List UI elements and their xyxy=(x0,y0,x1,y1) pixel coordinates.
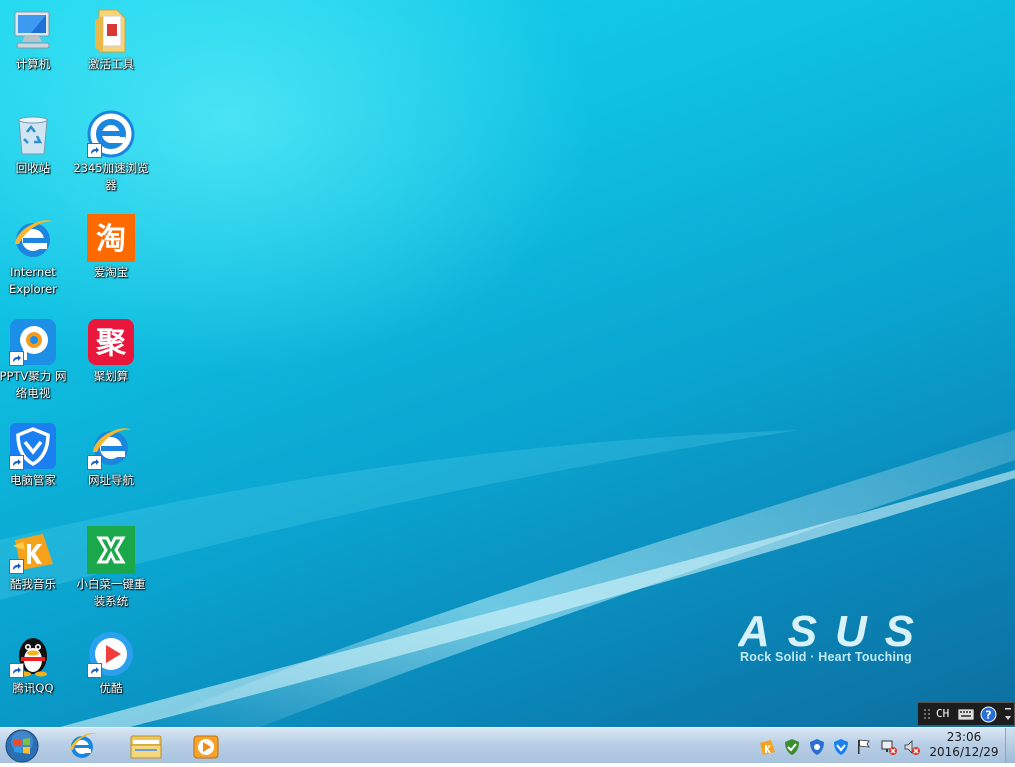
desktop-icon-label: 爱淘宝 xyxy=(93,265,129,279)
desktop-icon-label: Internet Explorer xyxy=(9,265,57,296)
media-player-icon xyxy=(193,735,219,759)
language-bar[interactable]: CH ? xyxy=(917,702,1015,726)
desktop-icon-pptv[interactable]: PPTV聚力 网络电视 xyxy=(0,314,72,402)
recycle-bin-icon xyxy=(9,110,57,158)
shield-icon[interactable] xyxy=(808,738,826,756)
shortcut-arrow-icon xyxy=(87,143,102,158)
desktop-icon-recycle-bin[interactable]: 回收站 xyxy=(0,106,72,177)
keyboard-icon[interactable] xyxy=(958,709,974,720)
desktop-icon-xiaobaicai-reinstall[interactable]: 小白菜一键重装系统 xyxy=(72,522,150,610)
desktop-icon-label: 优酷 xyxy=(99,681,123,695)
taobao-icon: 淘 xyxy=(87,214,135,262)
pc-manager-icon xyxy=(9,422,57,470)
desktop-icon-activation-tool[interactable]: 激活工具 xyxy=(72,2,150,73)
computer-icon xyxy=(9,6,57,54)
qq-penguin-icon xyxy=(9,630,57,678)
pptv-icon xyxy=(9,318,57,366)
desktop-icon-label: 聚划算 xyxy=(93,369,129,383)
asus-brand-text: ASUS xyxy=(738,612,920,652)
folder-icon xyxy=(130,735,162,759)
desktop-icon-juhuasuan[interactable]: 聚 聚划算 xyxy=(72,314,150,385)
internet-explorer-icon xyxy=(87,422,135,470)
asus-wordmark: ASUS xyxy=(737,607,920,656)
desktop-icon-label: 回收站 xyxy=(15,161,51,175)
xiaobaicai-icon xyxy=(87,526,135,574)
desktop-icon-pc-manager[interactable]: 电脑管家 xyxy=(0,418,72,489)
internet-explorer-icon xyxy=(9,214,57,262)
kuwo-music-icon xyxy=(9,526,57,574)
desktop-icon-ai-taobao[interactable]: 淘 爱淘宝 xyxy=(72,210,150,281)
windows-orb-icon xyxy=(5,729,39,763)
input-language-indicator[interactable]: CH xyxy=(936,707,949,720)
desktop-icon-label: PPTV聚力 网络电视 xyxy=(0,369,67,400)
taskbar-media-player[interactable] xyxy=(176,730,236,761)
desktop-icon-label: 电脑管家 xyxy=(10,473,56,487)
desktop-icon-qq[interactable]: 腾讯QQ xyxy=(0,626,72,697)
taskbar-file-explorer[interactable] xyxy=(115,730,175,761)
shortcut-arrow-icon xyxy=(9,351,24,366)
shortcut-arrow-icon xyxy=(87,663,102,678)
security-check-icon[interactable] xyxy=(783,738,801,756)
volume-muted-icon[interactable] xyxy=(903,738,921,756)
asus-tagline: Rock Solid · Heart Touching xyxy=(740,650,912,664)
svg-text:?: ? xyxy=(985,709,991,722)
desktop-icon-internet-explorer[interactable]: Internet Explorer xyxy=(0,210,72,298)
shortcut-arrow-icon xyxy=(9,663,24,678)
desktop-icon-label: 2345加速浏览器 xyxy=(73,161,149,192)
2345-browser-icon xyxy=(87,110,135,158)
options-menu-icon[interactable] xyxy=(1004,706,1012,722)
taskbar-internet-explorer[interactable] xyxy=(52,730,112,761)
clock-time: 23:06 xyxy=(946,730,982,744)
clock-date: 2016/12/29 xyxy=(929,745,999,759)
folder-icon xyxy=(87,6,135,54)
desktop-icon-label: 网址导航 xyxy=(88,473,134,487)
shortcut-arrow-icon xyxy=(87,455,102,470)
desktop-icon-label: 计算机 xyxy=(15,57,51,71)
desktop-icon-label: 腾讯QQ xyxy=(12,681,54,695)
show-desktop-button[interactable] xyxy=(1005,728,1015,763)
start-button[interactable] xyxy=(2,728,42,763)
desktop-icon-youku[interactable]: 优酷 xyxy=(72,626,150,697)
taobao-glyph: 淘 xyxy=(96,222,126,257)
youku-icon xyxy=(87,630,135,678)
desktop-icon-computer[interactable]: 计算机 xyxy=(0,2,72,73)
desktop-icon-label: 小白菜一键重装系统 xyxy=(76,577,146,608)
kuwo-tray-icon[interactable] xyxy=(758,738,776,756)
internet-explorer-icon xyxy=(70,732,96,758)
pc-manager-tray-icon[interactable] xyxy=(832,738,850,756)
grip-icon xyxy=(924,709,930,719)
shortcut-arrow-icon xyxy=(9,455,24,470)
asus-logo: ASUS Rock Solid · Heart Touching xyxy=(737,607,928,664)
desktop-icon-url-navigation[interactable]: 网址导航 xyxy=(72,418,150,489)
shortcut-arrow-icon xyxy=(9,559,24,574)
desktop-icon-kuwo-music[interactable]: 酷我音乐 xyxy=(0,522,72,593)
taskbar: 23:06 2016/12/29 xyxy=(0,727,1015,763)
help-icon[interactable]: ? xyxy=(980,706,997,723)
network-disconnected-icon[interactable] xyxy=(880,738,898,756)
juhuasuan-icon: 聚 xyxy=(87,318,135,366)
desktop-icon-label: 激活工具 xyxy=(88,57,134,71)
juhuasuan-glyph: 聚 xyxy=(95,326,127,361)
desktop-icon-2345-browser[interactable]: 2345加速浏览器 xyxy=(72,106,150,194)
desktop-icon-label: 酷我音乐 xyxy=(10,577,56,591)
clock[interactable]: 23:06 2016/12/29 xyxy=(920,730,1008,760)
action-center-flag-icon[interactable] xyxy=(855,738,873,756)
desktop: 计算机 回收站 Internet Explorer PPTV聚力 网络电视 电脑… xyxy=(0,0,1015,727)
